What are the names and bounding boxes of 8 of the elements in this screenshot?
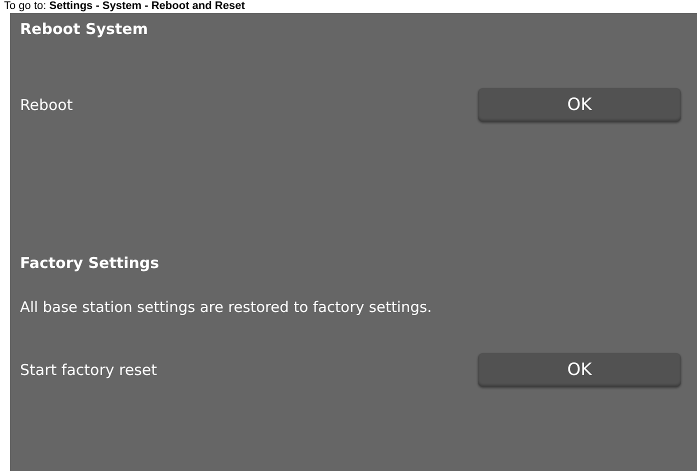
section-title: Factory Settings (20, 253, 160, 274)
ok-button[interactable]: OK (478, 88, 681, 122)
setting-label: Reboot (20, 96, 73, 114)
description-text: All base station settings are restored to factory settings. (20, 298, 432, 316)
setting-label: Start factory reset (20, 361, 157, 379)
caption-text: To go to: Settings - System - Reboot and Reset (4, 0, 246, 13)
section-title: Reboot System (20, 19, 149, 40)
ok-button[interactable]: OK (478, 353, 681, 387)
